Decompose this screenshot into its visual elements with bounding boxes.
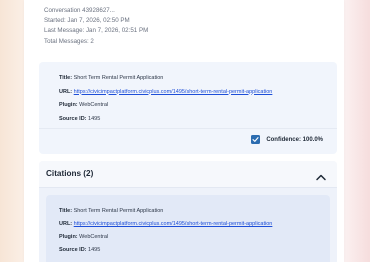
citation-plugin-value: WebCentral <box>77 234 109 240</box>
citation-item: Title: Short Term Rental Permit Applicat… <box>46 195 330 262</box>
source-info: Title: Short Term Rental Permit Applicat… <box>59 72 272 126</box>
citation-plugin-label: Plugin: <box>59 234 78 240</box>
citation-url-row: URL: https://civicimpactplatform.civicpl… <box>59 218 272 231</box>
background-left-edge <box>0 0 24 262</box>
background-right-edge <box>344 0 370 262</box>
total-messages: Total Messages: 2 <box>44 37 94 45</box>
conversation-card: Conversation 43928627... Started: Jan 7,… <box>24 0 344 262</box>
citation-url-link[interactable]: https://civicimpactplatform.civicplus.co… <box>74 221 273 227</box>
citation-info: Title: Short Term Rental Permit Applicat… <box>59 205 272 257</box>
source-details-panel: Title: Short Term Rental Permit Applicat… <box>39 62 337 154</box>
source-plugin-label: Plugin: <box>59 102 78 108</box>
confidence-indicator: Confidence: 100.0% <box>251 135 323 144</box>
citation-title-value: Short Term Rental Permit Application <box>72 208 164 214</box>
source-title-label: Title: <box>59 75 73 81</box>
checkbox-checked-icon[interactable] <box>251 135 261 144</box>
source-plugin-row: Plugin: WebCentral <box>59 99 272 113</box>
citation-plugin-row: Plugin: WebCentral <box>59 231 272 244</box>
citation-source-id-row: Source ID: 1495 <box>59 244 272 257</box>
citation-source-id-value: 1495 <box>86 247 101 253</box>
citation-source-id-label: Source ID: <box>59 247 87 253</box>
source-url-link[interactable]: https://civicimpactplatform.civicplus.co… <box>74 89 273 95</box>
source-id-row: Source ID: 1495 <box>59 113 272 127</box>
conversation-id: Conversation 43928627... <box>44 7 115 14</box>
source-id-value: 1495 <box>86 115 101 122</box>
source-plugin-value: WebCentral <box>77 102 109 108</box>
source-url-row: URL: https://civicimpactplatform.civicpl… <box>59 86 272 100</box>
source-title-value: Short Term Rental Permit Application <box>72 75 164 81</box>
conversation-meta: Conversation 43928627... Started: Jan 7,… <box>44 6 148 47</box>
citation-url-label: URL: <box>59 221 73 227</box>
citation-title-row: Title: Short Term Rental Permit Applicat… <box>59 205 272 218</box>
confidence-label: Confidence: 100.0% <box>266 136 323 143</box>
source-title-row: Title: Short Term Rental Permit Applicat… <box>59 72 272 86</box>
last-message-time: Last Message: Jan 7, 2026, 02:51 PM <box>44 27 149 35</box>
citations-section: Citations (2) Title: Short Term Rental P… <box>39 161 337 262</box>
started-time: Started: Jan 7, 2026, 02:50 PM <box>44 17 130 25</box>
chevron-up-icon[interactable] <box>315 169 327 181</box>
source-id-label: Source ID: <box>59 115 87 122</box>
citations-title: Citations (2) <box>46 169 94 178</box>
source-url-label: URL: <box>59 88 73 95</box>
citation-title-label: Title: <box>59 208 73 214</box>
citations-header[interactable]: Citations (2) <box>39 161 337 188</box>
panel-divider <box>39 128 337 129</box>
